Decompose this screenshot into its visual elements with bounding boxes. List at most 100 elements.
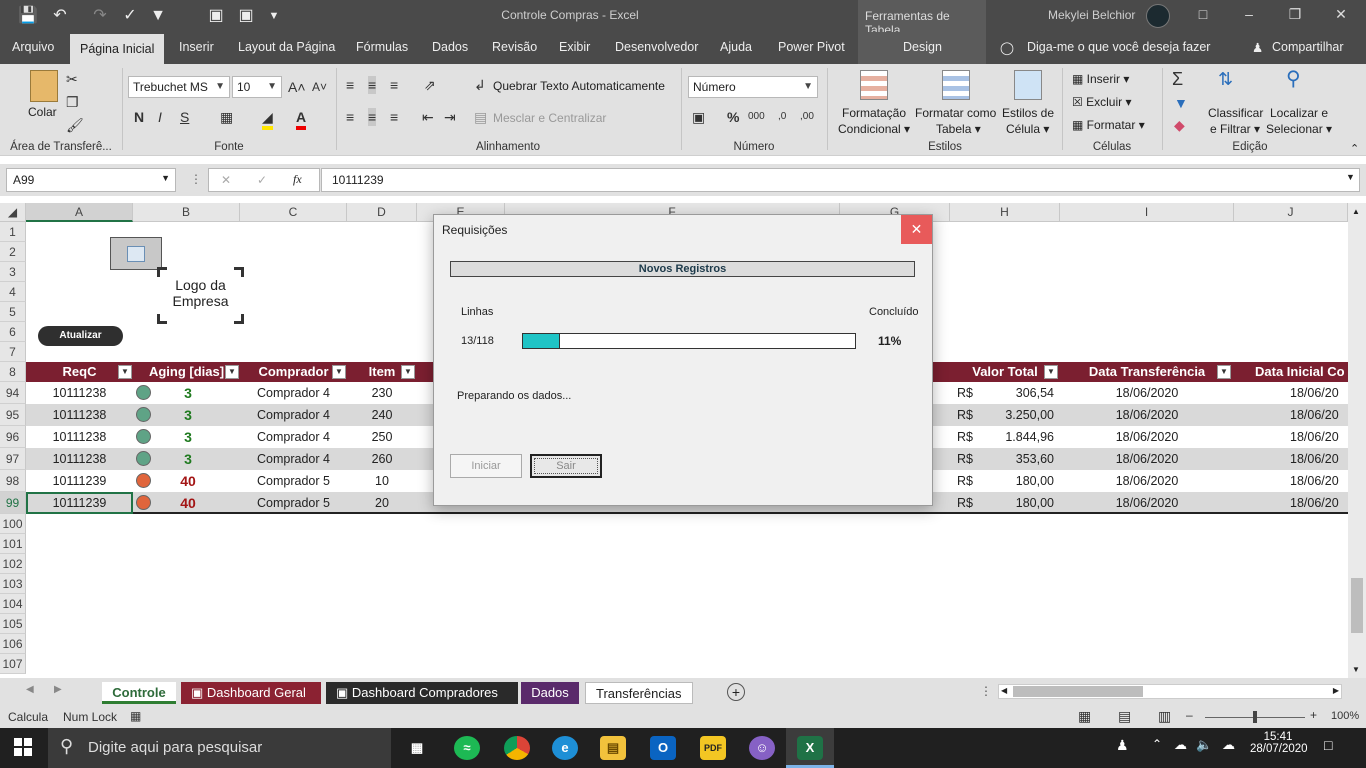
cell-data-transferencia[interactable]: 18/06/2020 [1060, 492, 1234, 514]
row-header[interactable]: 6 [0, 322, 26, 342]
wrap-text-button[interactable]: Quebrar Texto Automaticamente [493, 79, 665, 93]
row-header[interactable]: 106 [0, 634, 26, 654]
zoom-slider[interactable] [1205, 711, 1305, 723]
header-comprador[interactable]: Comprador ▼ [240, 362, 347, 382]
tab-layout[interactable]: Layout da Página [238, 40, 335, 64]
user-name[interactable]: Mekylei Belchior [1048, 8, 1135, 22]
task-view-icon[interactable]: ▦ [404, 736, 430, 760]
cell-aging[interactable]: 3 [166, 404, 210, 426]
volume-icon[interactable]: 🔈 [1196, 737, 1212, 753]
copy-icon[interactable]: ❐ [66, 93, 79, 111]
tab-ajuda[interactable]: Ajuda [720, 40, 752, 64]
cell-valor[interactable]: 3.250,00 [976, 404, 1054, 426]
cell-aging[interactable]: 40 [166, 492, 210, 514]
windows-start-icon[interactable] [14, 738, 32, 756]
restore-icon[interactable]: ❐ [1272, 6, 1318, 23]
align-top-icon[interactable]: ≡ [346, 76, 354, 94]
paste-icon[interactable] [30, 70, 58, 102]
redo-icon[interactable]: ↷ [88, 6, 112, 26]
format-as-table-button[interactable]: Formatar como [915, 106, 996, 120]
cell-data-transferencia[interactable]: 18/06/2020 [1060, 404, 1234, 426]
sheet-tab-dashboard-geral[interactable]: ▣ Dashboard Geral [181, 682, 321, 704]
zoom-level[interactable]: 100% [1331, 710, 1359, 722]
cell-aging[interactable]: 3 [166, 382, 210, 404]
thousands-icon[interactable]: 000 [748, 108, 765, 126]
sheet-tab-dashboard-compradores[interactable]: ▣ Dashboard Compradores [326, 682, 518, 704]
minimize-icon[interactable]: – [1226, 6, 1272, 22]
scroll-up-icon[interactable]: ▲ [1352, 207, 1360, 216]
row-header[interactable]: 5 [0, 302, 26, 322]
tab-arquivo[interactable]: Arquivo [12, 40, 54, 64]
cell-data-inicial[interactable]: 18/06/20 [1290, 382, 1348, 404]
cell-item[interactable]: 230 [347, 382, 417, 404]
align-bottom-icon[interactable]: ≡ [390, 76, 398, 94]
format-painter-icon[interactable]: 🖌 [66, 116, 84, 134]
col-header-h[interactable]: H [950, 203, 1060, 222]
row-header[interactable]: 101 [0, 534, 26, 554]
tab-pagina-inicial[interactable]: Página Inicial [70, 34, 165, 64]
row-header[interactable]: 99 [0, 492, 26, 514]
tell-me-box[interactable]: Diga-me o que você deseja fazer [1027, 40, 1210, 64]
wrap-text-icon[interactable]: ↲ [474, 76, 486, 94]
row-header[interactable]: 1 [0, 222, 26, 242]
borders-icon[interactable]: ▦ [220, 108, 233, 126]
row-header[interactable]: 7 [0, 342, 26, 362]
taskbar-search[interactable]: ⚲ Digite aqui para pesquisar [48, 728, 391, 768]
row-header[interactable]: 3 [0, 262, 26, 282]
filter-dropdown-icon[interactable]: ▼ [118, 365, 132, 379]
ribbon-display-icon[interactable]: □ [1180, 6, 1226, 22]
tab-split-icon[interactable]: ⋮ [980, 684, 992, 698]
scroll-left-icon[interactable]: ◀ [1001, 686, 1007, 695]
header-valor-total[interactable]: Valor Total ▼ [950, 362, 1060, 382]
row-header[interactable]: 105 [0, 614, 26, 634]
add-sheet-icon[interactable]: + [727, 683, 745, 701]
scroll-right-icon[interactable]: ▶ [1333, 686, 1339, 695]
insert-function-icon[interactable]: fx [293, 172, 302, 187]
row-header[interactable]: 95 [0, 404, 26, 426]
row-header[interactable]: 2 [0, 242, 26, 262]
merge-center-button[interactable]: Mesclar e Centralizar [493, 111, 606, 125]
close-icon[interactable]: ✕ [1318, 6, 1364, 23]
header-data-inicial[interactable]: Data Inicial Co [1234, 362, 1348, 382]
cell-styles-icon[interactable] [1014, 70, 1042, 100]
collapse-ribbon-icon[interactable]: ⌃ [1350, 142, 1359, 155]
cell-item[interactable]: 260 [347, 448, 417, 470]
shrink-font-icon[interactable]: A˅ [312, 78, 327, 96]
normal-view-icon[interactable]: ▦ [1078, 708, 1091, 725]
start-button[interactable]: Iniciar [450, 454, 522, 478]
scroll-down-icon[interactable]: ▼ [1352, 665, 1360, 674]
conditional-format-icon[interactable] [860, 70, 888, 100]
font-name-combo[interactable]: Trebuchet MS ▼ [128, 76, 230, 98]
underline-icon[interactable]: S [180, 108, 189, 126]
prev-sheet-icon[interactable]: ◀ [26, 684, 34, 695]
macro-record-icon[interactable]: ▦ [130, 709, 141, 723]
decrease-decimal-icon[interactable]: ,00 [800, 108, 814, 126]
align-middle-icon[interactable]: ≡ [368, 76, 377, 94]
cell-reqc[interactable]: 10111238 [26, 404, 133, 426]
pdf-icon[interactable]: PDF [700, 736, 726, 760]
font-color-icon[interactable]: A [296, 108, 307, 130]
edge-icon[interactable]: e [552, 736, 578, 760]
header-data-transferencia[interactable]: Data Transferência ▼ [1060, 362, 1234, 382]
chrome-icon[interactable] [504, 736, 530, 760]
cell-valor[interactable]: 353,60 [976, 448, 1054, 470]
row-header[interactable]: 102 [0, 554, 26, 574]
format-as-table-button-2[interactable]: Tabela ▾ [936, 122, 981, 136]
avatar[interactable] [1146, 4, 1170, 28]
cloud-sync-icon[interactable]: ☁ [1222, 737, 1235, 753]
currency-icon[interactable]: ▣ [692, 108, 705, 126]
cell-valor[interactable]: 180,00 [976, 470, 1054, 492]
share-button[interactable]: Compartilhar [1272, 40, 1344, 64]
align-center-icon[interactable]: ≡ [368, 108, 377, 126]
header-item[interactable]: Item ▼ [347, 362, 417, 382]
zoom-out-icon[interactable]: – [1186, 708, 1193, 722]
scroll-thumb[interactable] [1351, 578, 1363, 633]
cell-reqc[interactable]: 10111238 [26, 426, 133, 448]
filter-dropdown-icon[interactable]: ▼ [1217, 365, 1231, 379]
spotify-icon[interactable]: ≈ [454, 736, 480, 760]
filter-dropdown-icon[interactable]: ▼ [225, 365, 239, 379]
cell-item[interactable]: 250 [347, 426, 417, 448]
update-button[interactable]: Atualizar [38, 326, 123, 346]
row-header[interactable]: 94 [0, 382, 26, 404]
zoom-slider-thumb[interactable] [1253, 711, 1257, 723]
